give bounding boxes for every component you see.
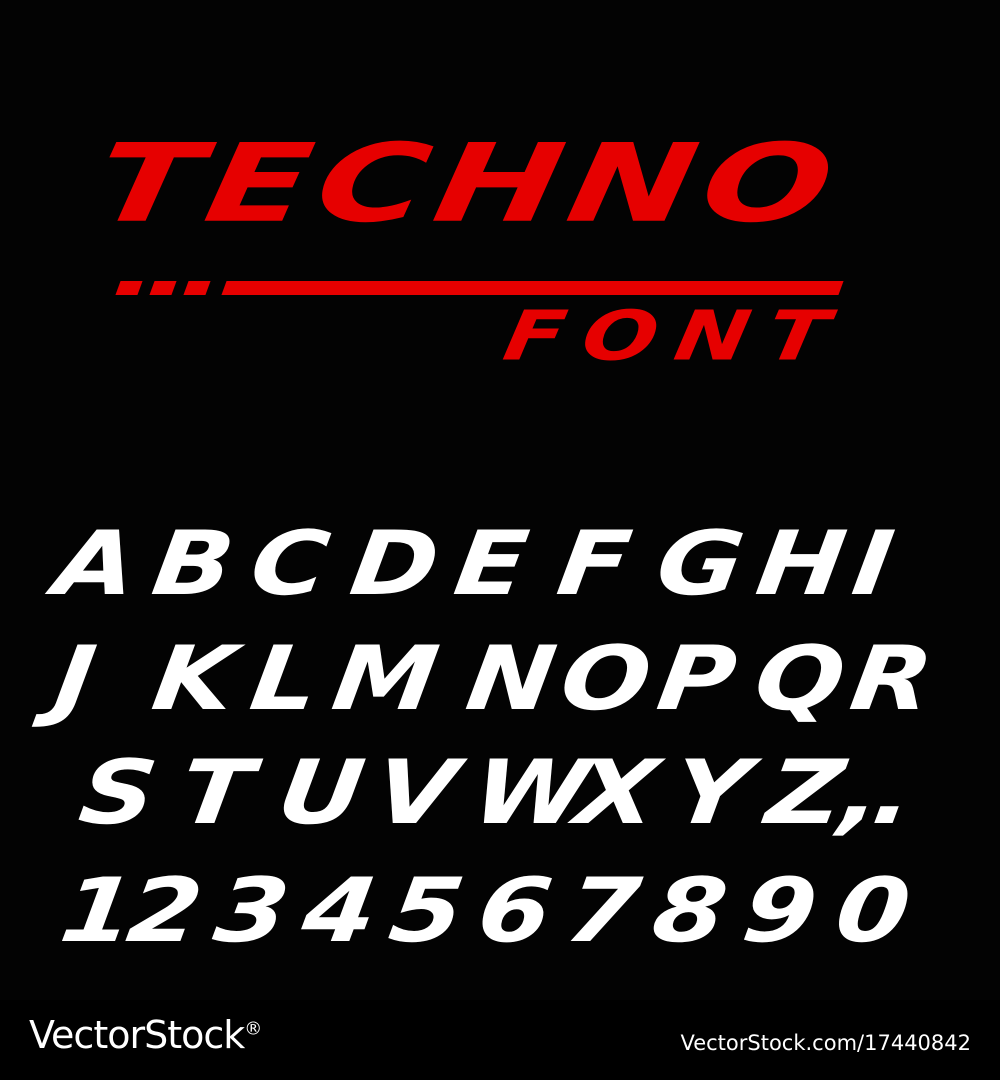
glyph: D xyxy=(344,511,446,616)
glyph: 9 xyxy=(736,858,824,963)
glyph: F xyxy=(551,511,638,616)
glyph: X xyxy=(569,740,665,845)
speed-underline xyxy=(221,281,844,295)
glyph: 8 xyxy=(646,858,734,963)
glyph: J xyxy=(48,626,102,731)
glyph: 2 xyxy=(121,858,209,963)
glyph: P xyxy=(651,626,743,731)
watermark-brand: VectorStock® xyxy=(29,1013,262,1057)
glyph: H xyxy=(750,511,853,616)
glyph-row-4: 1 2 3 4 5 6 7 8 9 0 xyxy=(0,858,1000,976)
speed-dash xyxy=(115,281,143,295)
glyph: I xyxy=(846,511,900,616)
speed-dash xyxy=(183,281,211,295)
registered-mark: ® xyxy=(244,1018,262,1040)
glyph-row-3: S T U V W X Y Z , . xyxy=(0,740,1000,858)
glyph: M xyxy=(326,626,445,731)
title-techno: TECHNO xyxy=(86,121,850,247)
glyph: Z xyxy=(760,740,851,845)
glyph: R xyxy=(844,626,940,731)
speed-dash xyxy=(149,281,177,295)
glyph: Q xyxy=(748,626,852,731)
glyph: T xyxy=(173,740,260,845)
glyph-row-2: J K L M N O P Q R xyxy=(0,626,1000,744)
watermark-id: VectorStock.com/17440842 xyxy=(680,1031,971,1055)
glyph: S xyxy=(73,740,163,845)
glyph: K xyxy=(146,626,242,731)
glyph: 4 xyxy=(296,858,384,963)
glyph: A xyxy=(48,511,144,616)
glyph-row-1: A B C D E F G H I xyxy=(0,511,1000,629)
glyph: G xyxy=(650,511,751,616)
glyph: U xyxy=(271,740,371,845)
speed-lines xyxy=(112,281,852,295)
glyph: Y xyxy=(666,740,757,845)
glyph: 6 xyxy=(471,858,559,963)
glyph: 7 xyxy=(559,858,647,963)
glyph: B xyxy=(146,511,241,616)
glyph: E xyxy=(448,511,535,616)
glyph: 3 xyxy=(208,858,296,963)
glyph: L xyxy=(244,626,326,731)
subtitle-font: FONT xyxy=(497,295,853,377)
watermark-brand-text: VectorStock xyxy=(29,1013,245,1057)
glyph: 0 xyxy=(829,858,917,963)
glyph: C xyxy=(244,511,336,616)
glyph: 5 xyxy=(383,858,471,963)
glyph: V xyxy=(368,740,464,845)
glyph: O xyxy=(554,626,658,731)
font-specimen-poster: TECHNO FONT A B C D E F G H I J K L M N … xyxy=(0,0,1000,1000)
glyph: N xyxy=(460,626,563,731)
